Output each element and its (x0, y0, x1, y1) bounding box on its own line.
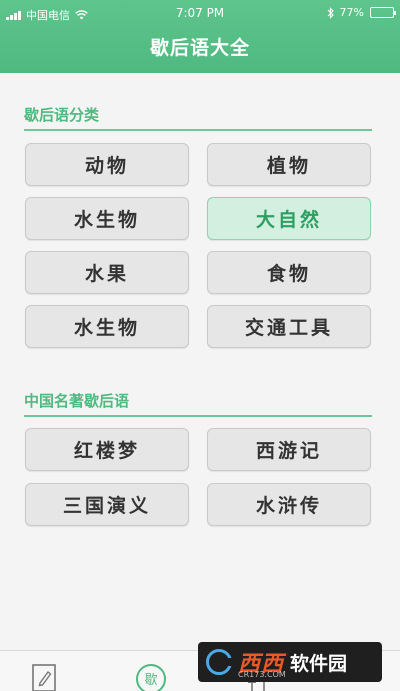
xie-circle-icon[interactable]: 歇 (135, 663, 167, 691)
classic-book-button[interactable]: 水浒传 (207, 483, 371, 526)
category-button-selected[interactable]: 大自然 (207, 197, 371, 240)
site-watermark: 西西 软件园 CR173.COM (198, 642, 382, 682)
watermark-subtext: CR173.COM (238, 670, 286, 679)
section-title-classics: 中国名著歇后语 (24, 390, 372, 417)
category-button[interactable]: 水果 (25, 251, 189, 294)
classic-book-button[interactable]: 三国演义 (25, 483, 189, 526)
category-button[interactable]: 植物 (207, 143, 371, 186)
bluetooth-icon (327, 6, 334, 19)
category-button[interactable]: 水生物 (25, 197, 189, 240)
battery-icon (370, 7, 396, 18)
category-button[interactable]: 交通工具 (207, 305, 371, 348)
classic-book-button[interactable]: 红楼梦 (25, 428, 189, 471)
watermark-text-secondary: 软件园 (290, 652, 348, 675)
app-header: 中国电信 7:07 PM 77% 歇后语大全 (0, 0, 400, 73)
status-right: 77% (327, 6, 396, 19)
section-title-categories: 歇后语分类 (24, 104, 372, 131)
tab-xie-label: 歇 (144, 673, 157, 688)
classic-book-button[interactable]: 西游记 (207, 428, 371, 471)
page-title: 歇后语大全 (149, 37, 250, 59)
category-button[interactable]: 水生物 (25, 305, 189, 348)
watermark-logo-icon (206, 649, 235, 675)
edit-icon[interactable] (30, 663, 60, 691)
category-button[interactable]: 食物 (207, 251, 371, 294)
battery-percent: 77% (339, 6, 364, 19)
category-button[interactable]: 动物 (25, 143, 189, 186)
status-bar: 中国电信 7:07 PM 77% (0, 0, 400, 26)
